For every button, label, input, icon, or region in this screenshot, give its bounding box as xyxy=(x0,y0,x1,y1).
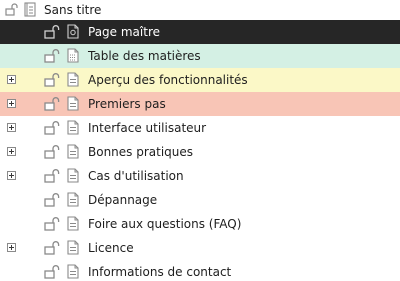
tree-item[interactable]: Interface utilisateur xyxy=(0,116,400,140)
tree-item-label: Table des matières xyxy=(88,49,201,63)
unlock-icon[interactable] xyxy=(44,241,61,255)
tree-item[interactable]: Bonnes pratiques xyxy=(0,140,400,164)
page-tree: Sans titre Page maître Table des matières… xyxy=(0,0,400,281)
tree-item-label: Foire aux questions (FAQ) xyxy=(88,217,242,231)
unlock-icon[interactable] xyxy=(44,121,61,135)
tree-item[interactable]: Licence xyxy=(0,236,400,260)
tree-item-label: Page maître xyxy=(88,25,160,39)
page-icon xyxy=(67,96,79,111)
expand-icon[interactable] xyxy=(7,243,16,252)
page-icon xyxy=(67,72,79,87)
tree-item-label: Dépannage xyxy=(88,193,158,207)
page-icon xyxy=(67,264,79,279)
unlock-icon[interactable] xyxy=(44,49,61,63)
tree-root-label: Sans titre xyxy=(44,3,102,17)
unlock-icon[interactable] xyxy=(44,265,61,279)
tree-item-label: Interface utilisateur xyxy=(88,121,207,135)
tree-item[interactable]: Dépannage xyxy=(0,188,400,212)
tree-item-label: Premiers pas xyxy=(88,97,166,111)
unlock-icon[interactable] xyxy=(5,3,19,16)
page-icon xyxy=(67,120,79,135)
unlock-icon[interactable] xyxy=(44,145,61,159)
tree-root[interactable]: Sans titre xyxy=(0,0,400,20)
toc-page-icon xyxy=(67,48,79,63)
tree-item[interactable]: Premiers pas xyxy=(0,92,400,116)
unlock-icon[interactable] xyxy=(44,217,61,231)
tree-item-label: Licence xyxy=(88,241,134,255)
page-icon xyxy=(67,240,79,255)
tree-item[interactable]: Aperçu des fonctionnalités xyxy=(0,68,400,92)
unlock-icon[interactable] xyxy=(44,97,61,111)
tree-item[interactable]: Informations de contact xyxy=(0,260,400,281)
expand-icon[interactable] xyxy=(7,75,16,84)
tree-item-label: Bonnes pratiques xyxy=(88,145,194,159)
expand-icon[interactable] xyxy=(7,171,16,180)
page-icon xyxy=(67,192,79,207)
tree-item[interactable]: Page maître xyxy=(0,20,400,44)
tree-item[interactable]: Table des matières xyxy=(0,44,400,68)
tree-item-label: Aperçu des fonctionnalités xyxy=(88,73,248,87)
expand-icon[interactable] xyxy=(7,147,16,156)
page-icon xyxy=(67,168,79,183)
tree-item[interactable]: Foire aux questions (FAQ) xyxy=(0,212,400,236)
expand-icon[interactable] xyxy=(7,99,16,108)
unlock-icon[interactable] xyxy=(44,169,61,183)
tree-item[interactable]: Cas d'utilisation xyxy=(0,164,400,188)
master-page-icon xyxy=(67,24,79,39)
tree-item-label: Informations de contact xyxy=(88,265,232,279)
unlock-icon[interactable] xyxy=(44,193,61,207)
expand-icon[interactable] xyxy=(7,123,16,132)
page-icon xyxy=(67,216,79,231)
unlock-icon[interactable] xyxy=(44,25,61,39)
notebook-icon xyxy=(24,2,36,17)
page-icon xyxy=(67,144,79,159)
unlock-icon[interactable] xyxy=(44,73,61,87)
tree-item-label: Cas d'utilisation xyxy=(88,169,184,183)
